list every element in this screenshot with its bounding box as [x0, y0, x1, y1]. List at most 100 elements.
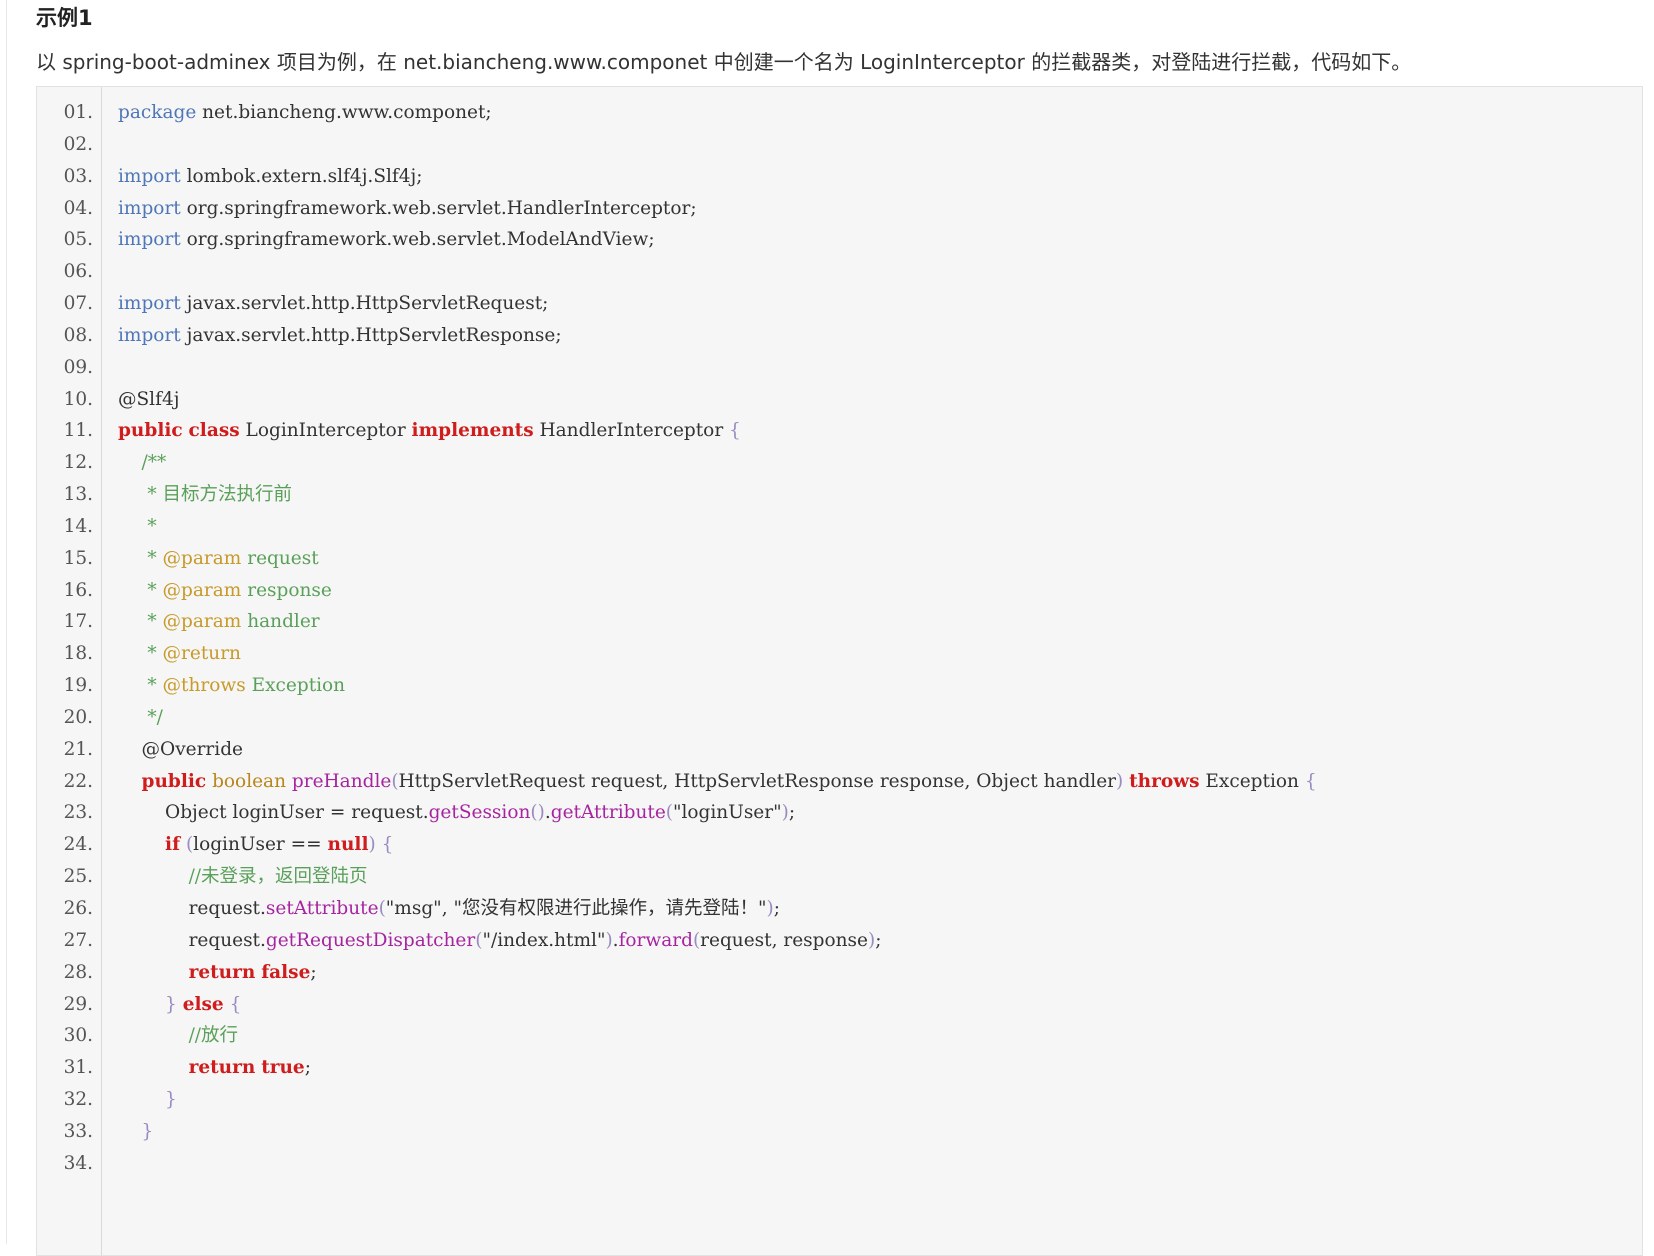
code-text: import org.springframework.web.servlet.M…: [118, 229, 655, 251]
code-line: 28. return false;: [37, 956, 1637, 989]
code-text: return true;: [188, 1057, 311, 1079]
line-number: 30.: [63, 1025, 93, 1047]
code-text: request.setAttribute("msg", "您没有权限进行此操作，…: [118, 898, 780, 919]
code-line: 20. */: [37, 701, 1637, 734]
line-number: 12.: [63, 452, 93, 474]
line-number: 28.: [63, 961, 93, 983]
line-number: 34.: [63, 1152, 93, 1174]
line-number: 29.: [63, 993, 93, 1015]
line-number: 13.: [63, 484, 93, 506]
code-line: 08. import javax.servlet.http.HttpServlet…: [37, 319, 1637, 352]
line-number: 15.: [63, 547, 93, 569]
line-number: 03.: [63, 165, 93, 187]
code-line: 30. //放行: [37, 1019, 1637, 1052]
code-line: 29. } else {: [37, 988, 1637, 1021]
code-text: import javax.servlet.http.HttpServletReq…: [118, 293, 549, 315]
code-text: * @param handler: [118, 611, 320, 633]
code-line: 26. request.setAttribute("msg", "您没有权限进行…: [37, 892, 1637, 925]
line-number: 19.: [63, 675, 93, 697]
code-text: }: [165, 1089, 177, 1111]
code-text: if (loginUser == null) {: [165, 834, 394, 856]
line-number: 26.: [63, 898, 93, 919]
code-line: 07. import javax.servlet.http.HttpServlet…: [37, 287, 1637, 320]
code-text: }: [141, 1120, 154, 1142]
code-text: * @throws Exception: [118, 675, 346, 697]
code-text: } else {: [165, 993, 242, 1015]
line-number: 21.: [63, 738, 93, 760]
line-number: 08.: [63, 324, 93, 346]
code-line: 05. import org.springframework.web.servle…: [37, 223, 1637, 256]
line-number: 31.: [63, 1057, 93, 1079]
code-line: 18. * @return: [37, 637, 1637, 670]
line-number: 04.: [63, 197, 93, 219]
line-number: 17.: [63, 611, 93, 633]
intro-paragraph: 以 spring-boot-adminex 项目为例，在 net.bianche…: [36, 50, 1412, 74]
code-text: package net.biancheng.www.componet;: [118, 102, 492, 123]
code-block: 01. package net.biancheng.www.componet; 02…: [36, 86, 1643, 1256]
code-text: @Override: [118, 738, 243, 760]
code-line: 03. import lombok.extern.slf4j.Slf4j;: [37, 160, 1637, 193]
line-number: 02.: [63, 133, 93, 155]
code-line: 21. @Override: [37, 733, 1637, 766]
code-text: //放行: [118, 1025, 239, 1047]
code-text: request.getRequestDispatcher("/index.htm…: [118, 929, 882, 951]
code-line: 09.: [37, 351, 1637, 384]
line-number: 18.: [63, 643, 93, 665]
line-number: 07.: [63, 293, 93, 315]
code-line: 11. public class LoginInterceptor impleme…: [37, 414, 1637, 447]
line-number: 33.: [63, 1120, 93, 1142]
line-number: 10.: [63, 388, 93, 410]
example-title: 示例1: [36, 6, 93, 30]
line-number: 22.: [63, 770, 93, 792]
code-line: 15. * @param request: [37, 542, 1637, 575]
code-line: 22. public boolean preHandle(HttpServlet…: [37, 765, 1637, 798]
line-number: 24.: [63, 834, 93, 856]
line-number: 01.: [63, 102, 93, 123]
line-number: 06.: [63, 261, 93, 283]
code-text: public class LoginInterceptor implements…: [118, 420, 741, 442]
code-text: * @return: [118, 643, 241, 665]
line-number: 16.: [63, 579, 93, 601]
code-line: 32. }: [37, 1083, 1637, 1116]
code-text: * @param request: [118, 547, 319, 569]
code-line: 01. package net.biancheng.www.componet;: [37, 96, 1637, 129]
code-line: 31. return true;: [37, 1051, 1637, 1084]
code-line: 06.: [37, 255, 1637, 288]
code-line: 23. Object loginUser = request.getSessio…: [37, 796, 1637, 829]
code-line: 33. }: [37, 1115, 1637, 1148]
code-line: 10. @Slf4j: [37, 383, 1637, 416]
code-line: 24. if (loginUser == null) {: [37, 828, 1637, 861]
left-border-rule: [6, 0, 7, 1244]
code-line: 27. request.getRequestDispatcher("/index…: [37, 924, 1637, 957]
code-text: @Slf4j: [118, 388, 180, 410]
code-line: 14. *: [37, 510, 1637, 543]
line-number: 25.: [63, 866, 93, 888]
code-text: Object loginUser = request.getSession().…: [118, 802, 796, 824]
line-number: 11.: [63, 420, 93, 442]
code-line: 12. /**: [37, 446, 1637, 479]
line-number: 05.: [63, 229, 93, 251]
code-line: 17. * @param handler: [37, 605, 1637, 638]
line-number: 23.: [63, 802, 93, 824]
code-text: public boolean preHandle(HttpServletRequ…: [141, 770, 1317, 792]
code-line: 02.: [37, 128, 1637, 161]
code-text: *: [118, 515, 157, 537]
code-line: 34.: [37, 1147, 1637, 1180]
line-number: 27.: [63, 929, 93, 951]
code-line: 04. import org.springframework.web.servle…: [37, 192, 1637, 225]
line-number: 14.: [63, 515, 93, 537]
code-text: * @param response: [118, 579, 332, 601]
code-text: /**: [118, 452, 167, 474]
line-number: 20.: [63, 706, 93, 728]
code-line: 25. //未登录，返回登陆页: [37, 860, 1637, 893]
code-text: import javax.servlet.http.HttpServletRes…: [118, 324, 562, 346]
code-text: return false;: [188, 961, 317, 983]
code-line: 16. * @param response: [37, 574, 1637, 607]
code-text: import lombok.extern.slf4j.Slf4j;: [118, 165, 423, 187]
line-number: 09.: [63, 356, 93, 378]
code-line: 19. * @throws Exception: [37, 669, 1637, 702]
code-text: //未登录，返回登陆页: [118, 866, 368, 888]
code-line: 13. * 目标方法执行前: [37, 478, 1637, 511]
code-text: import org.springframework.web.servlet.H…: [118, 197, 697, 219]
line-number: 32.: [63, 1089, 93, 1111]
